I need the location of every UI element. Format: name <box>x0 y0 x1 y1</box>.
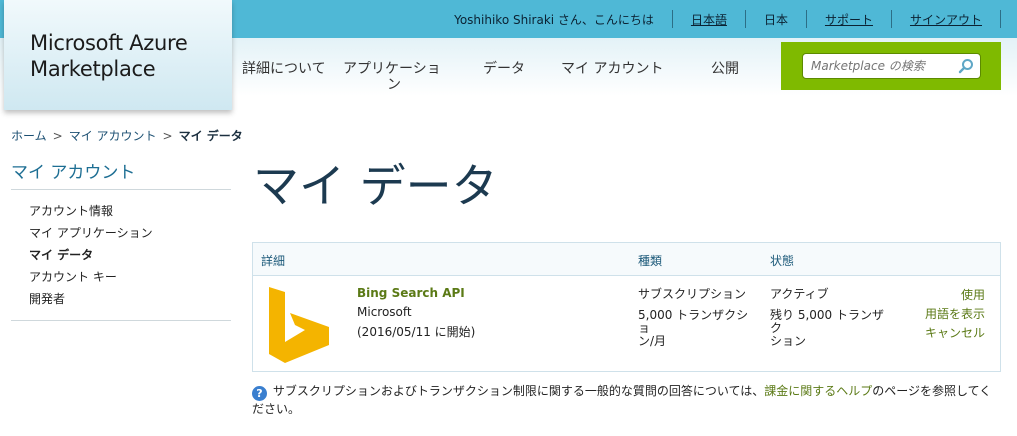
breadcrumb-current: マイ データ <box>178 129 243 143</box>
sidebar-title: マイ アカウント <box>11 158 231 190</box>
cancel-link[interactable]: キャンセル <box>925 324 985 343</box>
sidebar-item-developers[interactable]: 開発者 <box>29 288 231 310</box>
bing-logo-icon <box>269 287 329 363</box>
breadcrumb-separator: > <box>162 129 173 143</box>
sidebar-item-account-keys[interactable]: アカウント キー <box>29 266 231 288</box>
table-header: 詳細 種類 状態 <box>253 243 1000 276</box>
status-remaining: 残り 5,000 トランザク ション <box>770 309 895 348</box>
product-start-date: (2016/05/11 に開始) <box>357 325 476 339</box>
support-link[interactable]: サポート <box>807 11 891 28</box>
marketplace-logo[interactable]: Microsoft Azure Marketplace <box>4 0 232 110</box>
type-label: サブスクリプション <box>638 287 747 301</box>
signout-link[interactable]: サインアウト <box>892 11 1000 28</box>
breadcrumb-account[interactable]: マイ アカウント <box>69 129 157 143</box>
header-details: 詳細 <box>261 254 286 268</box>
sidebar-item-account-info[interactable]: アカウント情報 <box>29 200 231 222</box>
greeting: Yoshihiko Shiraki さん、こんにちは <box>454 12 654 27</box>
divider <box>1000 10 1001 28</box>
sidebar-menu: アカウント情報 マイ アプリケーション マイ データ アカウント キー 開発者 <box>11 190 231 321</box>
search-panel <box>781 42 1001 90</box>
view-terms-link[interactable]: 用語を表示 <box>925 305 985 324</box>
logo-line-2: Marketplace <box>30 57 156 81</box>
nav-data[interactable]: データ <box>483 58 525 78</box>
type-limit-line-1: 5,000 トランザクショ <box>638 308 749 335</box>
sidebar-item-my-applications[interactable]: マイ アプリケーション <box>29 222 231 244</box>
type-limit: 5,000 トランザクショ ン/月 <box>638 309 758 348</box>
table-row: Bing Search API Microsoft (2016/05/11 に開… <box>253 276 1000 371</box>
breadcrumb: ホーム > マイ アカウント > マイ データ <box>11 127 243 144</box>
nav-my-account[interactable]: マイ アカウント <box>561 58 663 78</box>
row-actions: 使用 用語を表示 キャンセル <box>925 286 985 343</box>
header-type: 種類 <box>638 254 663 268</box>
help-text-before: サブスクリプションおよびトランザクション制限に関する一般的な質問の回答については… <box>272 384 765 398</box>
status-cell: アクティブ 残り 5,000 トランザク ション <box>770 286 895 348</box>
type-limit-line-2: ン/月 <box>638 334 667 348</box>
breadcrumb-home[interactable]: ホーム <box>11 129 47 143</box>
page-title: マイ データ <box>253 159 498 213</box>
header-status: 状態 <box>770 254 795 268</box>
sidebar-item-my-data[interactable]: マイ データ <box>29 244 231 266</box>
type-cell: サブスクリプション 5,000 トランザクショ ン/月 <box>638 286 758 348</box>
subscriptions-table: 詳細 種類 状態 Bing Search API Microsoft (2016… <box>252 242 1001 372</box>
language-link[interactable]: 日本語 <box>673 11 745 28</box>
top-links: Yoshihiko Shiraki さん、こんにちは 日本語 日本 サポート サ… <box>454 0 1001 38</box>
region-label: 日本 <box>763 12 788 27</box>
billing-help-link[interactable]: 課金に関するヘルプ <box>764 384 872 398</box>
status-remaining-line-2: ション <box>770 334 807 348</box>
search-icon[interactable] <box>958 58 974 74</box>
breadcrumb-separator: > <box>52 129 63 143</box>
status-label: アクティブ <box>770 287 829 301</box>
use-link[interactable]: 使用 <box>925 286 985 305</box>
search-input[interactable] <box>803 54 953 78</box>
sidebar: マイ アカウント アカウント情報 マイ アプリケーション マイ データ アカウン… <box>11 158 231 321</box>
logo-line-1: Microsoft Azure <box>30 31 188 55</box>
nav-publish[interactable]: 公開 <box>711 58 739 78</box>
search-box <box>802 53 981 79</box>
product-name[interactable]: Bing Search API <box>357 286 465 300</box>
nav-details[interactable]: 詳細について <box>242 58 326 78</box>
status-remaining-line-1: 残り 5,000 トランザク <box>770 308 884 335</box>
help-note: ? サブスクリプションおよびトランザクション制限に関する一般的な質問の回答につい… <box>252 383 1002 418</box>
help-question-icon: ? <box>252 386 267 401</box>
product-publisher: Microsoft <box>357 305 412 319</box>
nav-applications-wrap: ン <box>387 77 401 93</box>
